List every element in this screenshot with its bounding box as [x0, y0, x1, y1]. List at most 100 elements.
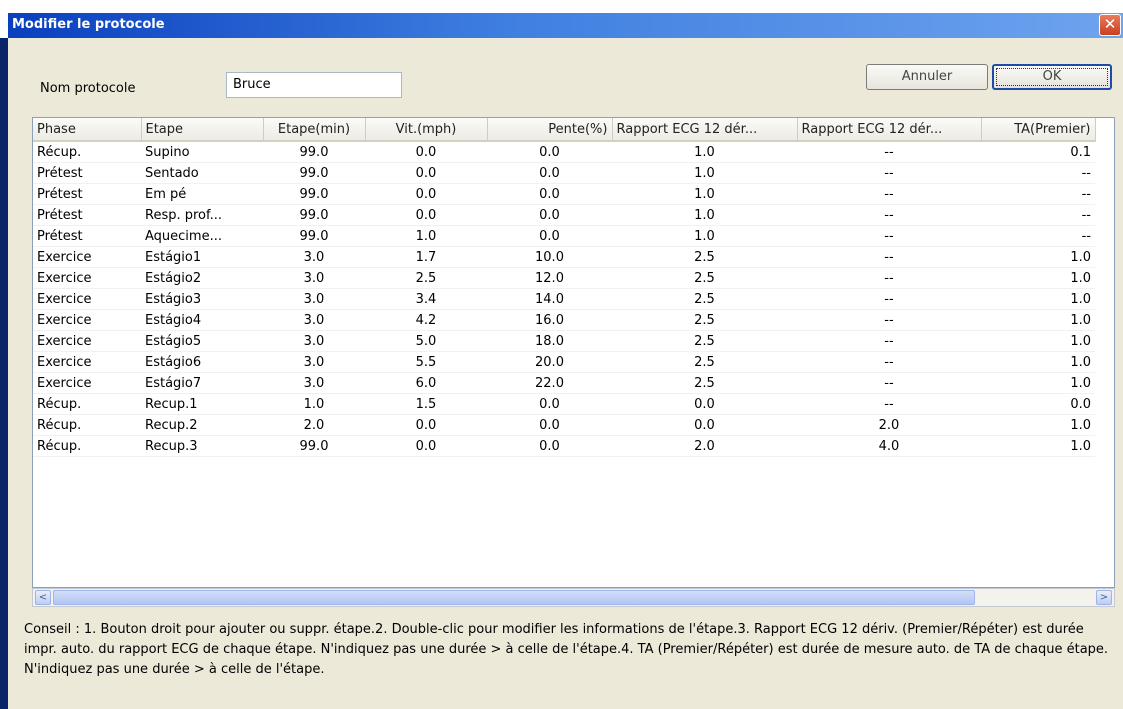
cell-etape[interactable]: Resp. prof... [141, 204, 263, 226]
cell-phase[interactable]: Prétest [33, 183, 141, 205]
table-row[interactable]: Exercice Estágio3 3.0 3.4 14.0 2.5 -- 1.0 [33, 288, 1095, 310]
ok-button[interactable]: OK [992, 64, 1112, 90]
close-icon[interactable]: ✕ [1099, 14, 1121, 36]
cell-vitesse[interactable]: 0.0 [365, 435, 487, 457]
cell-etape-min[interactable]: 99.0 [263, 225, 365, 247]
column-header-rapport-ecg-repeter[interactable]: Rapport ECG 12 dér... [797, 118, 982, 142]
cell-ta-premier[interactable]: 1.0 [981, 309, 1095, 331]
cancel-button[interactable]: Annuler [866, 64, 988, 90]
cell-etape-min[interactable]: 2.0 [263, 414, 365, 436]
cell-etape-min[interactable]: 99.0 [263, 183, 365, 205]
cell-phase[interactable]: Exercice [33, 288, 141, 310]
cell-rapport-ecg-premier[interactable]: 1.0 [612, 162, 797, 184]
cell-etape[interactable]: Aquecime... [141, 225, 263, 247]
cell-vitesse[interactable]: 1.0 [365, 225, 487, 247]
cell-etape-min[interactable]: 3.0 [263, 351, 365, 373]
table-row[interactable]: Exercice Estágio6 3.0 5.5 20.0 2.5 -- 1.0 [33, 351, 1095, 373]
column-header-rapport-ecg-premier[interactable]: Rapport ECG 12 dér... [612, 118, 798, 142]
cell-vitesse[interactable]: 5.5 [365, 351, 487, 373]
cell-vitesse[interactable]: 0.0 [365, 183, 487, 205]
cell-rapport-ecg-repeter[interactable]: 4.0 [797, 435, 981, 457]
cell-rapport-ecg-premier[interactable]: 2.5 [612, 372, 797, 394]
column-header-etape-min[interactable]: Etape(min) [263, 118, 366, 142]
cell-etape-min[interactable]: 3.0 [263, 246, 365, 268]
cell-rapport-ecg-premier[interactable]: 2.5 [612, 267, 797, 289]
cell-rapport-ecg-repeter[interactable]: -- [797, 393, 981, 415]
cell-etape-min[interactable]: 99.0 [263, 204, 365, 226]
cell-etape[interactable]: Estágio4 [141, 309, 263, 331]
table-row[interactable]: Prétest Em pé 99.0 0.0 0.0 1.0 -- -- [33, 183, 1095, 205]
cell-ta-premier[interactable]: 1.0 [981, 414, 1095, 436]
table-row[interactable]: Exercice Estágio5 3.0 5.0 18.0 2.5 -- 1.0 [33, 330, 1095, 352]
cell-etape[interactable]: Recup.2 [141, 414, 263, 436]
cell-etape[interactable]: Estágio5 [141, 330, 263, 352]
cell-rapport-ecg-repeter[interactable]: -- [797, 246, 981, 268]
cell-vitesse[interactable]: 4.2 [365, 309, 487, 331]
cell-etape-min[interactable]: 3.0 [263, 267, 365, 289]
cell-ta-premier[interactable]: -- [981, 204, 1095, 226]
cell-etape-min[interactable]: 3.0 [263, 288, 365, 310]
cell-pente[interactable]: 0.0 [487, 393, 612, 415]
protocol-table[interactable]: Phase Etape Etape(min) Vit.(mph) Pente(%… [32, 117, 1115, 588]
cell-pente[interactable]: 0.0 [487, 435, 612, 457]
cell-etape[interactable]: Estágio2 [141, 267, 263, 289]
cell-rapport-ecg-repeter[interactable]: -- [797, 162, 981, 184]
table-row[interactable]: Récup. Recup.3 99.0 0.0 0.0 2.0 4.0 1.0 [33, 435, 1095, 457]
table-row[interactable]: Prétest Sentado 99.0 0.0 0.0 1.0 -- -- [33, 162, 1095, 184]
cell-phase[interactable]: Récup. [33, 141, 141, 163]
cell-pente[interactable]: 22.0 [487, 372, 612, 394]
cell-etape-min[interactable]: 99.0 [263, 141, 365, 163]
cell-ta-premier[interactable]: 1.0 [981, 372, 1095, 394]
column-header-etape[interactable]: Etape [141, 118, 264, 142]
cell-ta-premier[interactable]: 1.0 [981, 267, 1095, 289]
cell-pente[interactable]: 14.0 [487, 288, 612, 310]
cell-etape-min[interactable]: 1.0 [263, 393, 365, 415]
cell-rapport-ecg-premier[interactable]: 2.5 [612, 351, 797, 373]
table-row[interactable]: Exercice Estágio2 3.0 2.5 12.0 2.5 -- 1.0 [33, 267, 1095, 289]
cell-rapport-ecg-repeter[interactable]: -- [797, 267, 981, 289]
cell-etape[interactable]: Estágio1 [141, 246, 263, 268]
scroll-right-icon[interactable]: > [1096, 590, 1112, 605]
cell-rapport-ecg-repeter[interactable]: -- [797, 288, 981, 310]
cell-vitesse[interactable]: 6.0 [365, 372, 487, 394]
cell-phase[interactable]: Prétest [33, 204, 141, 226]
cell-ta-premier[interactable]: -- [981, 162, 1095, 184]
cell-rapport-ecg-premier[interactable]: 1.0 [612, 204, 797, 226]
cell-phase[interactable]: Exercice [33, 246, 141, 268]
cell-etape[interactable]: Estágio3 [141, 288, 263, 310]
cell-pente[interactable]: 0.0 [487, 414, 612, 436]
cell-ta-premier[interactable]: 1.0 [981, 351, 1095, 373]
cell-rapport-ecg-premier[interactable]: 2.5 [612, 309, 797, 331]
cell-rapport-ecg-repeter[interactable]: -- [797, 372, 981, 394]
cell-vitesse[interactable]: 2.5 [365, 267, 487, 289]
cell-vitesse[interactable]: 0.0 [365, 162, 487, 184]
cell-etape[interactable]: Recup.3 [141, 435, 263, 457]
cell-etape[interactable]: Estágio7 [141, 372, 263, 394]
cell-rapport-ecg-repeter[interactable]: -- [797, 309, 981, 331]
cell-phase[interactable]: Récup. [33, 414, 141, 436]
cell-ta-premier[interactable]: 0.0 [981, 393, 1095, 415]
cell-phase[interactable]: Exercice [33, 330, 141, 352]
cell-rapport-ecg-repeter[interactable]: -- [797, 183, 981, 205]
column-header-pente[interactable]: Pente(%) [487, 118, 613, 142]
cell-phase[interactable]: Exercice [33, 351, 141, 373]
cell-vitesse[interactable]: 1.5 [365, 393, 487, 415]
column-header-phase[interactable]: Phase [33, 118, 142, 142]
cell-rapport-ecg-premier[interactable]: 0.0 [612, 393, 797, 415]
table-row[interactable]: Exercice Estágio7 3.0 6.0 22.0 2.5 -- 1.0 [33, 372, 1095, 394]
cell-ta-premier[interactable]: 1.0 [981, 330, 1095, 352]
cell-pente[interactable]: 0.0 [487, 162, 612, 184]
cell-pente[interactable]: 20.0 [487, 351, 612, 373]
table-row[interactable]: Exercice Estágio1 3.0 1.7 10.0 2.5 -- 1.0 [33, 246, 1095, 268]
cell-pente[interactable]: 18.0 [487, 330, 612, 352]
cell-etape[interactable]: Supino [141, 141, 263, 163]
cell-vitesse[interactable]: 0.0 [365, 414, 487, 436]
column-header-ta-premier[interactable]: TA(Premier) [981, 118, 1096, 142]
cell-rapport-ecg-repeter[interactable]: -- [797, 141, 981, 163]
cell-phase[interactable]: Exercice [33, 372, 141, 394]
cell-vitesse[interactable]: 0.0 [365, 141, 487, 163]
cell-rapport-ecg-premier[interactable]: 2.5 [612, 330, 797, 352]
cell-vitesse[interactable]: 1.7 [365, 246, 487, 268]
cell-ta-premier[interactable]: -- [981, 183, 1095, 205]
cell-ta-premier[interactable]: 1.0 [981, 435, 1095, 457]
